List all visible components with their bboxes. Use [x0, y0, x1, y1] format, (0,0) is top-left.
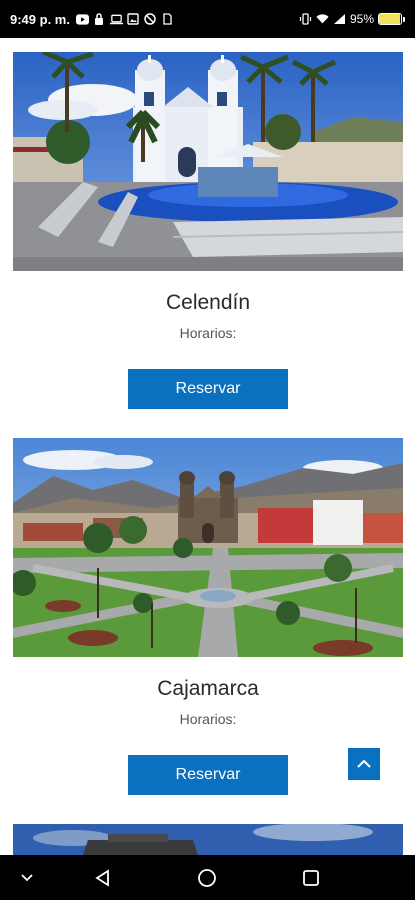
schedule-label: Horarios: — [179, 325, 237, 341]
battery-percent: 95% — [349, 12, 374, 26]
reserve-button[interactable]: Reservar — [128, 369, 288, 409]
schedule-label: Horarios: — [179, 711, 237, 727]
status-right: 95% — [299, 12, 405, 26]
celendin-plaza-photo[interactable] — [13, 52, 403, 271]
blocked-icon — [144, 13, 157, 26]
cajamarca-plaza-photo[interactable] — [13, 438, 403, 657]
battery-icon — [378, 13, 405, 25]
scroll-to-top-button[interactable] — [348, 748, 380, 780]
destination-title: Celendín — [165, 291, 251, 314]
youtube-icon — [75, 13, 89, 26]
page-content[interactable]: Celendín Horarios: Reservar Cajamarca Ho… — [0, 38, 415, 855]
next-destination-photo[interactable] — [13, 824, 403, 855]
reserve-button[interactable]: Reservar — [128, 755, 288, 795]
wifi-icon — [316, 13, 329, 26]
status-left: 9:49 p. m. — [10, 12, 174, 27]
battery-fill — [379, 14, 400, 24]
destination-card — [13, 824, 403, 855]
recents-icon[interactable] — [300, 867, 322, 889]
system-nav-bar — [0, 855, 415, 900]
laptop-icon — [109, 13, 123, 26]
lock-icon — [93, 13, 106, 26]
status-bar: 9:49 p. m. 95% — [0, 0, 415, 38]
home-icon[interactable] — [196, 867, 218, 889]
destination-card: Celendín Horarios: Reservar — [13, 52, 403, 409]
gallery-icon — [127, 13, 140, 26]
collapse-icon[interactable] — [18, 869, 36, 887]
back-icon[interactable] — [92, 867, 114, 889]
signal-icon — [333, 13, 346, 26]
sim-icon — [161, 13, 174, 26]
chevron-up-icon — [356, 758, 372, 770]
vibrate-icon — [299, 13, 312, 26]
destination-card: Cajamarca Horarios: Reservar — [13, 438, 403, 795]
status-time: 9:49 p. m. — [10, 11, 70, 27]
destination-title: Cajamarca — [157, 677, 259, 700]
